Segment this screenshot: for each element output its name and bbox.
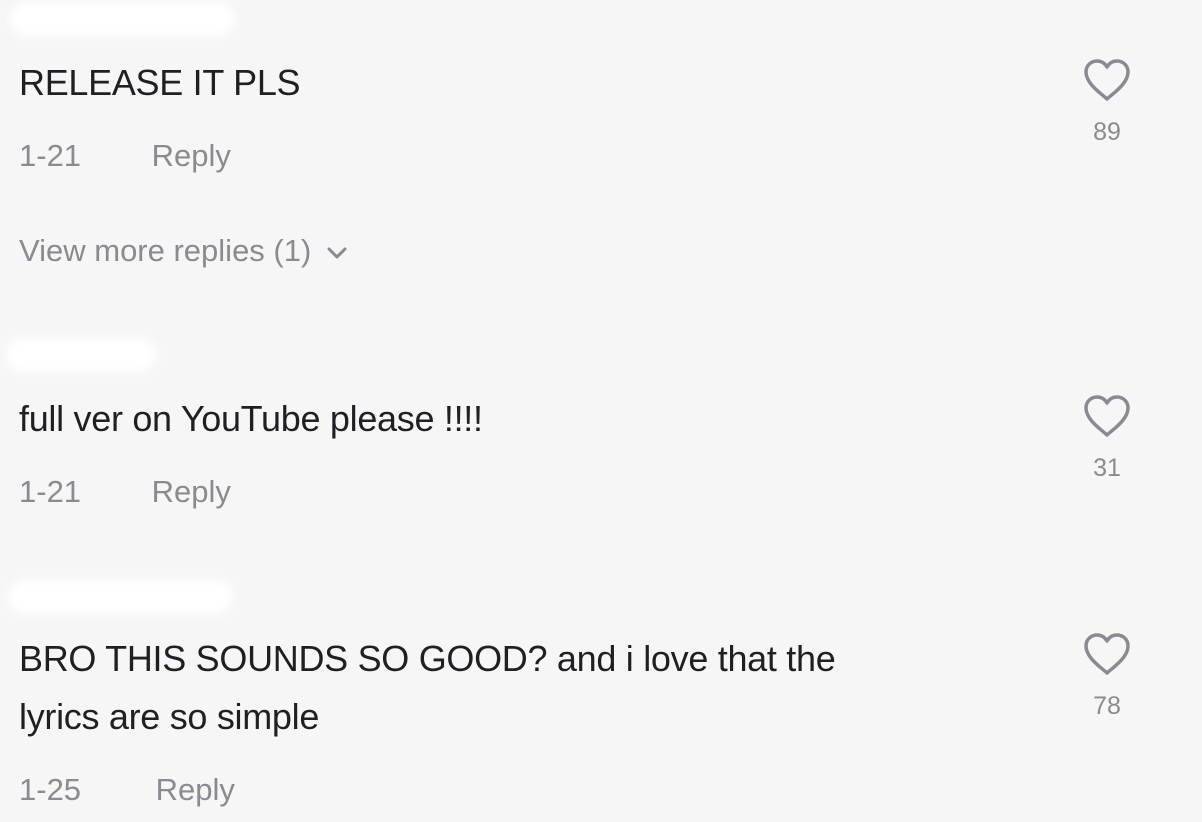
reply-button[interactable]: Reply [152, 138, 231, 174]
comment-text: RELEASE IT PLS [19, 62, 301, 103]
reply-button[interactable]: Reply [156, 772, 235, 808]
like-button[interactable]: 89 [1072, 58, 1142, 147]
comment-date: 1-25 [19, 772, 82, 807]
like-button[interactable]: 78 [1072, 632, 1142, 721]
comment-item: BRO THIS SOUNDS SO GOOD? and i love that… [0, 560, 1202, 822]
like-count: 78 [1093, 692, 1121, 720]
comment-item: full ver on YouTube please !!!! 1-21 Rep… [0, 320, 1202, 550]
comment-text-line-1: BRO THIS SOUNDS SO GOOD? and i love that… [19, 638, 836, 679]
heart-outline-icon [1072, 58, 1142, 102]
comment-meta: 1-21 Reply [19, 138, 231, 174]
comment-item: RELEASE IT PLS 1-21 Reply 89 View more r… [0, 0, 1202, 300]
redacted-username [8, 580, 233, 614]
comment-text-line-2: lyrics are so simple [19, 696, 320, 737]
redacted-username [10, 2, 235, 36]
comment-meta: 1-21 Reply [19, 474, 231, 510]
redacted-username [6, 338, 156, 372]
comment-date: 1-21 [19, 474, 82, 509]
heart-outline-icon [1072, 632, 1142, 676]
comment-date: 1-21 [19, 138, 82, 173]
like-button[interactable]: 31 [1072, 394, 1142, 483]
comment-text: full ver on YouTube please !!!! [19, 398, 483, 439]
like-count: 31 [1093, 454, 1121, 482]
chevron-down-icon [325, 233, 349, 269]
like-count: 89 [1093, 118, 1121, 146]
comment-meta: 1-25 Reply [19, 772, 235, 808]
reply-button[interactable]: Reply [152, 474, 231, 510]
view-more-label: View more replies (1) [19, 233, 312, 268]
heart-outline-icon [1072, 394, 1142, 438]
view-more-replies-button[interactable]: View more replies (1) [19, 233, 349, 269]
